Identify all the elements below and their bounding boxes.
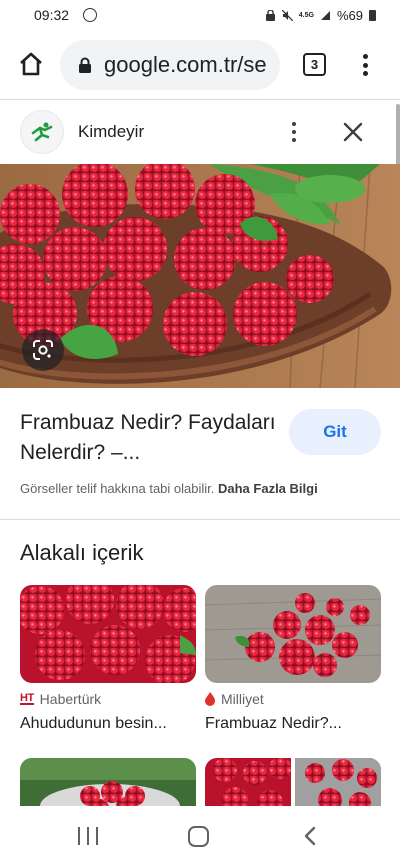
tab-switcher-button[interactable]: 3 bbox=[303, 53, 326, 76]
battery-icon bbox=[369, 9, 376, 21]
status-icons: 4.5G %69 bbox=[265, 8, 376, 23]
home-icon[interactable] bbox=[18, 51, 44, 77]
toolbar-divider bbox=[0, 99, 400, 100]
system-home-icon[interactable] bbox=[188, 826, 209, 847]
copyright-text: Görseller telif hakkına tabi olabilir. bbox=[20, 481, 215, 496]
back-icon[interactable] bbox=[301, 826, 321, 846]
related-card[interactable]: Milliyet Frambuaz Nedir?... bbox=[205, 585, 381, 733]
section-divider bbox=[0, 519, 400, 520]
milliyet-logo-icon bbox=[205, 692, 215, 706]
browser-toolbar: google.com.tr/se 3 bbox=[0, 38, 400, 94]
whatsapp-notification-icon bbox=[83, 8, 98, 22]
network-type: 4.5G bbox=[298, 11, 314, 19]
visit-button[interactable]: Git bbox=[289, 409, 381, 455]
related-card-source: Milliyet bbox=[205, 691, 381, 707]
haberturk-logo-icon: HT bbox=[20, 692, 34, 705]
related-card-image[interactable] bbox=[20, 585, 196, 683]
site-logo[interactable] bbox=[20, 110, 64, 154]
runner-logo-icon bbox=[31, 122, 53, 142]
related-card-image[interactable] bbox=[205, 585, 381, 683]
sim-lock-icon bbox=[265, 9, 275, 21]
related-card-source-name: Habertürk bbox=[39, 691, 102, 707]
related-card-source: HT Habertürk bbox=[20, 691, 196, 707]
recent-apps-icon[interactable] bbox=[78, 827, 98, 845]
image-panel-header: Kimdeyir bbox=[0, 104, 400, 162]
related-content-heading: Alakalı içerik bbox=[20, 540, 144, 565]
address-bar[interactable]: google.com.tr/se bbox=[60, 40, 280, 90]
close-icon[interactable] bbox=[340, 119, 366, 145]
related-card-title[interactable]: Ahududunun besin... bbox=[20, 715, 196, 733]
url-text: google.com.tr/se bbox=[104, 52, 267, 77]
result-image[interactable] bbox=[0, 164, 400, 388]
google-lens-button[interactable] bbox=[22, 329, 64, 371]
system-navigation-bar bbox=[0, 806, 400, 866]
related-card-title[interactable]: Frambuaz Nedir?... bbox=[205, 715, 381, 733]
more-info-link[interactable]: Daha Fazla Bilgi bbox=[218, 481, 318, 496]
panel-more-icon[interactable] bbox=[288, 120, 300, 144]
lock-icon bbox=[79, 57, 91, 73]
google-lens-icon bbox=[33, 340, 53, 360]
raspberries-thumbnail bbox=[20, 585, 196, 683]
status-time: 09:32 bbox=[34, 7, 70, 23]
raspberries-thumbnail bbox=[205, 585, 381, 683]
browser-menu-icon[interactable] bbox=[358, 52, 372, 78]
result-title[interactable]: Frambuaz Nedir? Faydaları Nelerdir? –... bbox=[20, 408, 280, 468]
copyright-notice: Görseller telif hakkına tabi olabilir. D… bbox=[20, 481, 318, 496]
mute-icon bbox=[281, 9, 293, 21]
related-card-source-name: Milliyet bbox=[221, 691, 264, 707]
related-card[interactable]: HT Habertürk Ahududunun besin... bbox=[20, 585, 196, 733]
battery-percent: %69 bbox=[336, 7, 363, 23]
status-bar: 09:32 4.5G %69 bbox=[0, 0, 400, 30]
signal-icon bbox=[320, 10, 330, 20]
site-name[interactable]: Kimdeyir bbox=[78, 122, 144, 142]
